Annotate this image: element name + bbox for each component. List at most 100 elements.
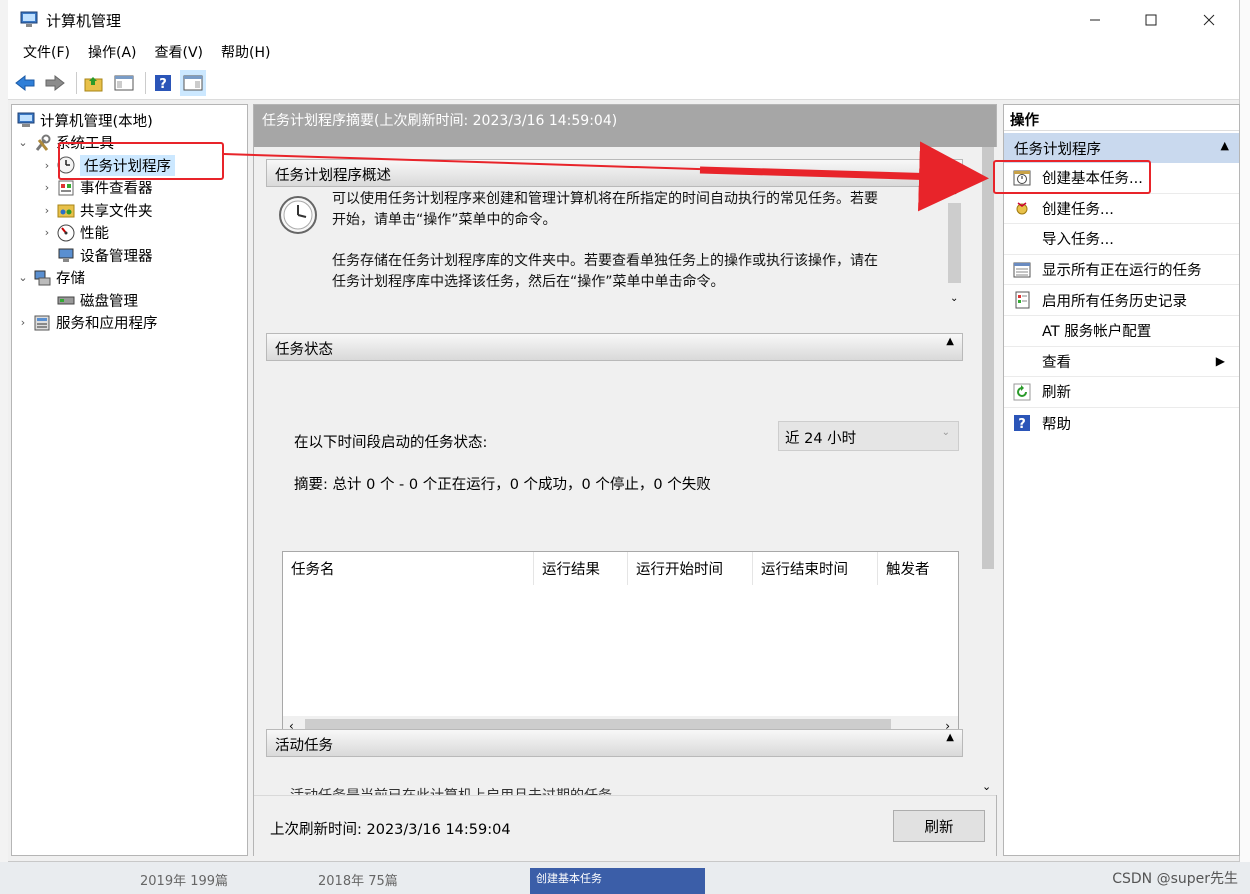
overview-text-1: 可以使用任务计划程序来创建和管理计算机将在所指定的时间自动执行的常见任务。若要 …: [332, 191, 878, 228]
disk-icon: [56, 291, 76, 309]
menu-view[interactable]: 查看(V): [146, 41, 213, 65]
status-panel-header[interactable]: 任务状态 ▲: [266, 333, 963, 361]
console-tree-icon: [114, 75, 134, 90]
period-select[interactable]: 近 24 小时 ⌄: [778, 421, 959, 451]
tree-item-disk-management[interactable]: 磁盘管理: [12, 289, 247, 312]
blank-icon: [1012, 322, 1032, 340]
expand-chevron-icon[interactable]: ›: [40, 226, 54, 239]
help-button[interactable]: ?: [150, 70, 176, 96]
toolbar-separator: [145, 71, 146, 94]
minimize-button[interactable]: [1066, 0, 1124, 40]
status-summary: 摘要: 总计 0 个 - 0 个正在运行，0 个成功，0 个停止，0 个失败: [294, 477, 711, 493]
menu-help[interactable]: 帮助(H): [212, 41, 279, 65]
computer-management-window: 计算机管理 文件(F) 操作(A) 查看(V) 帮助(H) ? 计算机管理(本地…: [8, 0, 1240, 862]
annotation-box-task-scheduler: [58, 142, 224, 180]
create-task-icon: [1012, 199, 1032, 217]
collapse-triangle-icon[interactable]: ▲: [946, 336, 954, 347]
svg-text:?: ?: [1018, 417, 1026, 432]
help-icon: ?: [155, 74, 171, 92]
folder-up-icon: [84, 76, 103, 91]
overview-panel-body: 可以使用任务计划程序来创建和管理计算机将在所指定的时间自动执行的常见任务。若要 …: [266, 187, 963, 315]
forward-button[interactable]: [42, 70, 68, 96]
watermark: CSDN @super先生: [1112, 871, 1238, 887]
active-tasks-panel-header[interactable]: 活动任务 ▲: [266, 729, 963, 757]
console-tree: 计算机管理(本地) ⌄ 系统工具 › 任务计划程序 › 事件查看器 › 共享文件…: [11, 104, 248, 856]
tree-item-root[interactable]: 计算机管理(本地): [12, 109, 247, 132]
column-header[interactable]: 触发者: [878, 552, 958, 585]
task-status-table: 任务名 运行结果 运行开始时间 运行结束时间 触发者 ‹ ›: [282, 551, 959, 737]
expand-chevron-icon[interactable]: ›: [40, 181, 54, 194]
tree-item-storage[interactable]: ⌄ 存储: [12, 267, 247, 290]
running-tasks-icon: [1012, 261, 1032, 279]
task-history-icon: [1012, 291, 1032, 309]
help-icon: ?: [1012, 414, 1032, 432]
performance-gauge-icon: [56, 224, 76, 242]
action-view[interactable]: 查看 ▶: [1004, 347, 1239, 378]
tree-item-services-apps[interactable]: › 服务和应用程序: [12, 312, 247, 335]
column-header[interactable]: 运行结果: [534, 552, 628, 585]
column-header[interactable]: 任务名: [283, 552, 534, 585]
back-button[interactable]: [12, 70, 38, 96]
background-text-1: 2019年 199篇: [140, 874, 229, 889]
close-icon: [1203, 14, 1215, 26]
overview-panel-header[interactable]: 任务计划程序概述 ▲: [266, 159, 963, 187]
status-prompt: 在以下时间段启动的任务状态:: [294, 435, 488, 451]
computer-management-icon: [16, 111, 36, 129]
desktop-background-bottom: 2019年 199篇 2018年 75篇 创建基本任务: [0, 862, 1250, 894]
chevron-down-icon: ⌄: [941, 427, 950, 438]
maximize-icon: [1145, 14, 1157, 26]
back-arrow-icon: [15, 74, 35, 91]
background-blue-tab: 创建基本任务: [530, 868, 705, 894]
last-refresh-time: 上次刷新时间: 2023/3/16 14:59:04: [270, 822, 511, 838]
action-help[interactable]: ? 帮助: [1004, 408, 1239, 439]
menu-action[interactable]: 操作(A): [79, 41, 146, 65]
maximize-button[interactable]: [1122, 0, 1180, 40]
action-import-task[interactable]: 导入任务...: [1004, 224, 1239, 255]
collapse-triangle-icon[interactable]: ▲: [946, 732, 954, 743]
actions-group-task-scheduler[interactable]: 任务计划程序 ▲: [1004, 133, 1239, 163]
action-at-service-config[interactable]: AT 服务帐户配置: [1004, 316, 1239, 347]
background-text-2: 2018年 75篇: [318, 874, 398, 889]
collapse-triangle-icon[interactable]: ▲: [1221, 139, 1229, 152]
collapse-triangle-icon[interactable]: ▲: [946, 162, 954, 173]
show-action-pane-button[interactable]: [180, 69, 206, 96]
action-create-task[interactable]: 创建任务...: [1004, 194, 1239, 225]
summary-header: 任务计划程序摘要(上次刷新时间: 2023/3/16 14:59:04): [254, 105, 996, 147]
column-header[interactable]: 运行结束时间: [753, 552, 878, 585]
collapse-chevron-icon[interactable]: ⌄: [16, 271, 30, 284]
status-title: 任务状态: [275, 342, 333, 358]
tree-item-shared-folders[interactable]: › 共享文件夹: [12, 199, 247, 222]
blank-icon: [1012, 352, 1032, 370]
column-header[interactable]: 运行开始时间: [628, 552, 753, 585]
close-button[interactable]: [1180, 0, 1238, 40]
actions-header: 操作: [1004, 105, 1239, 131]
scroll-down-icon: ⌄: [982, 780, 992, 793]
up-folder-button[interactable]: [81, 70, 107, 96]
expand-chevron-icon[interactable]: ›: [16, 316, 30, 329]
expand-chevron-icon[interactable]: ›: [40, 204, 54, 217]
window-title: 计算机管理: [46, 12, 122, 30]
summary-vertical-scrollbar[interactable]: ⌄: [979, 147, 996, 795]
action-enable-history[interactable]: 启用所有任务历史记录: [1004, 285, 1239, 316]
title-bar: 计算机管理: [8, 0, 1239, 40]
summary-footer: 上次刷新时间: 2023/3/16 14:59:04 刷新: [254, 795, 996, 857]
tree-item-performance[interactable]: › 性能: [12, 222, 247, 245]
action-pane-icon: [183, 75, 203, 90]
expand-chevron-icon[interactable]: ›: [40, 159, 54, 172]
action-refresh[interactable]: 刷新: [1004, 377, 1239, 408]
overview-scrollbar[interactable]: ⌃ ⌄: [946, 187, 963, 315]
menu-bar: 文件(F) 操作(A) 查看(V) 帮助(H): [8, 40, 1239, 66]
action-show-running-tasks[interactable]: 显示所有正在运行的任务: [1004, 255, 1239, 286]
storage-icon: [32, 269, 52, 287]
refresh-button[interactable]: 刷新: [893, 810, 985, 842]
show-hide-tree-button[interactable]: [111, 70, 137, 96]
menu-file[interactable]: 文件(F): [14, 41, 79, 65]
toolbar-separator: [76, 71, 77, 94]
tree-item-device-manager[interactable]: 设备管理器: [12, 244, 247, 267]
active-tasks-body: 活动任务是当前已在此计算机上启用且未过期的任务。: [266, 757, 963, 795]
shared-folder-icon: [56, 201, 76, 219]
active-tasks-title: 活动任务: [275, 738, 333, 754]
submenu-arrow-icon: ▶: [1215, 354, 1225, 369]
collapse-chevron-icon[interactable]: ⌄: [16, 136, 30, 149]
summary-content: 任务计划程序概述 ▲ 可以使用任务计划程序来创建和管理计算机将在所指定的时间自动…: [254, 147, 998, 795]
